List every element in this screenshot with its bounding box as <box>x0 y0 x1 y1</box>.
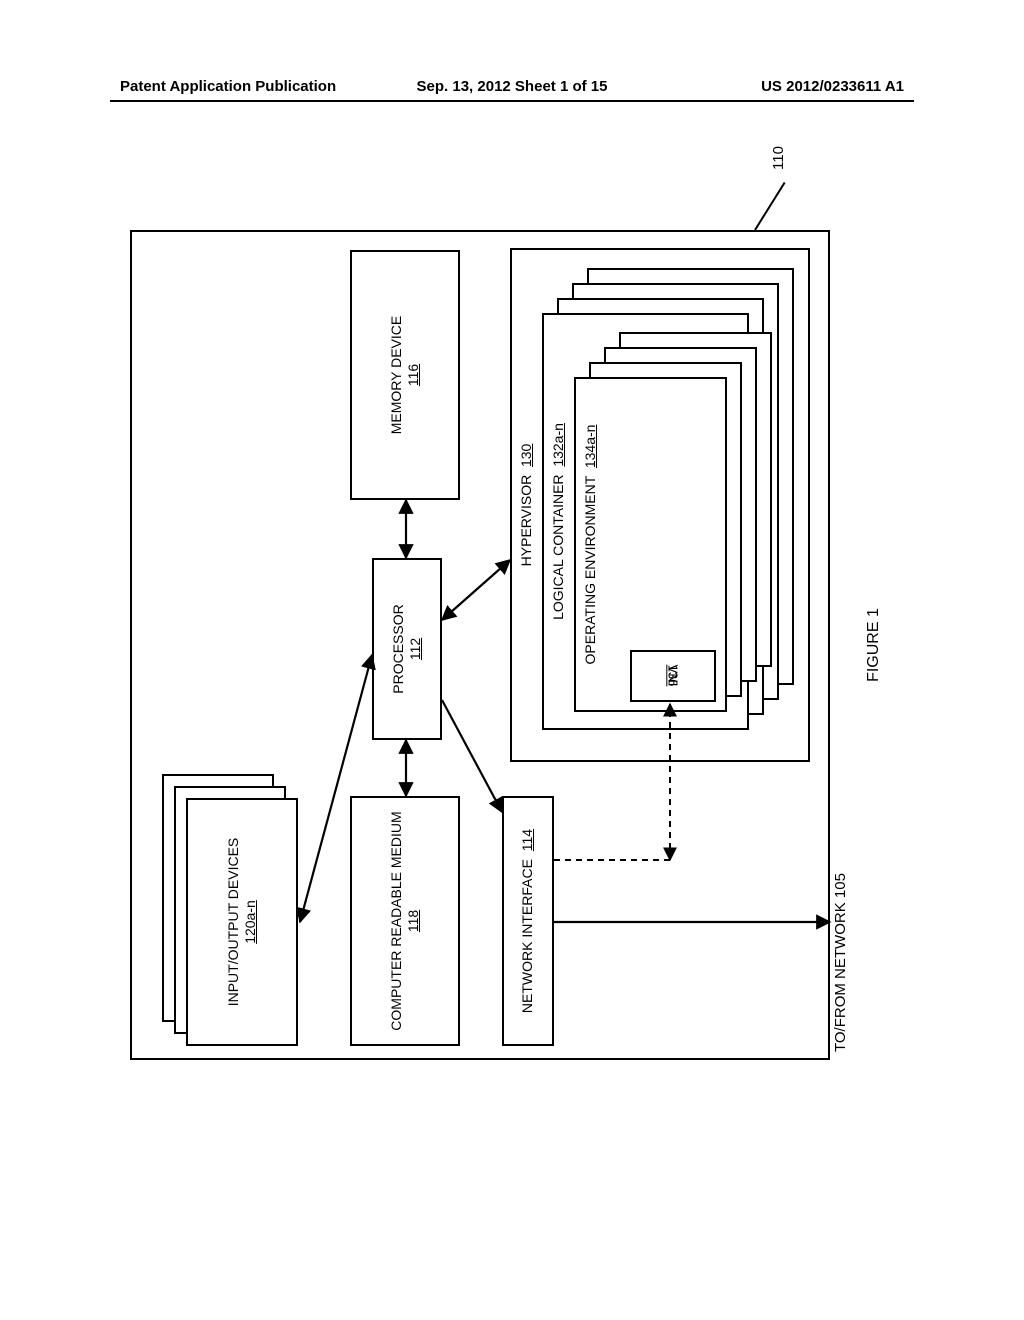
header-rule <box>110 100 914 102</box>
processor-ref: 112 <box>407 638 425 660</box>
header-left: Patent Application Publication <box>120 78 336 95</box>
ni-title: NETWORK INTERFACE <box>519 859 535 1013</box>
io-ref: 120a-n <box>242 900 260 944</box>
lc-ref: 132a-n <box>550 423 566 467</box>
ref-110: 110 <box>770 146 787 170</box>
memory-device-box: MEMORY DEVICE 116 <box>350 250 460 500</box>
network-label: TO/FROM NETWORK 105 <box>832 873 849 1052</box>
crm-ref: 118 <box>405 910 423 932</box>
processor-box: PROCESSOR 112 <box>372 558 442 740</box>
leader-line-110 <box>754 182 785 231</box>
vni-box: VNI 136 <box>630 650 716 702</box>
network-interface-box: NETWORK INTERFACE 114 <box>502 796 554 1046</box>
lc-title: LOGICAL CONTAINER <box>550 474 566 619</box>
io-devices-box: INPUT/OUTPUT DEVICES 120a-n <box>186 798 298 1046</box>
processor-title: PROCESSOR <box>390 604 408 693</box>
hypervisor-ref: 130 <box>518 444 534 467</box>
memory-title: MEMORY DEVICE <box>388 316 406 435</box>
computer-readable-medium-box: COMPUTER READABLE MEDIUM 118 <box>350 796 460 1046</box>
oe-ref: 134a-n <box>582 425 598 469</box>
vni-ref: 136 <box>666 665 681 687</box>
header-right: US 2012/0233611 A1 <box>761 78 904 95</box>
figure-1: INPUT/OUTPUT DEVICES 120a-n COMPUTER REA… <box>130 230 900 1060</box>
hypervisor-title: HYPERVISOR <box>518 475 534 567</box>
crm-title: COMPUTER READABLE MEDIUM <box>388 811 406 1030</box>
figure-caption: FIGURE 1 <box>865 230 883 1060</box>
oe-title: OPERATING ENVIRONMENT <box>582 476 598 665</box>
ni-ref: 114 <box>519 829 535 851</box>
memory-ref: 116 <box>405 364 423 386</box>
header-center: Sep. 13, 2012 Sheet 1 of 15 <box>417 78 608 95</box>
io-title: INPUT/OUTPUT DEVICES <box>225 838 243 1007</box>
